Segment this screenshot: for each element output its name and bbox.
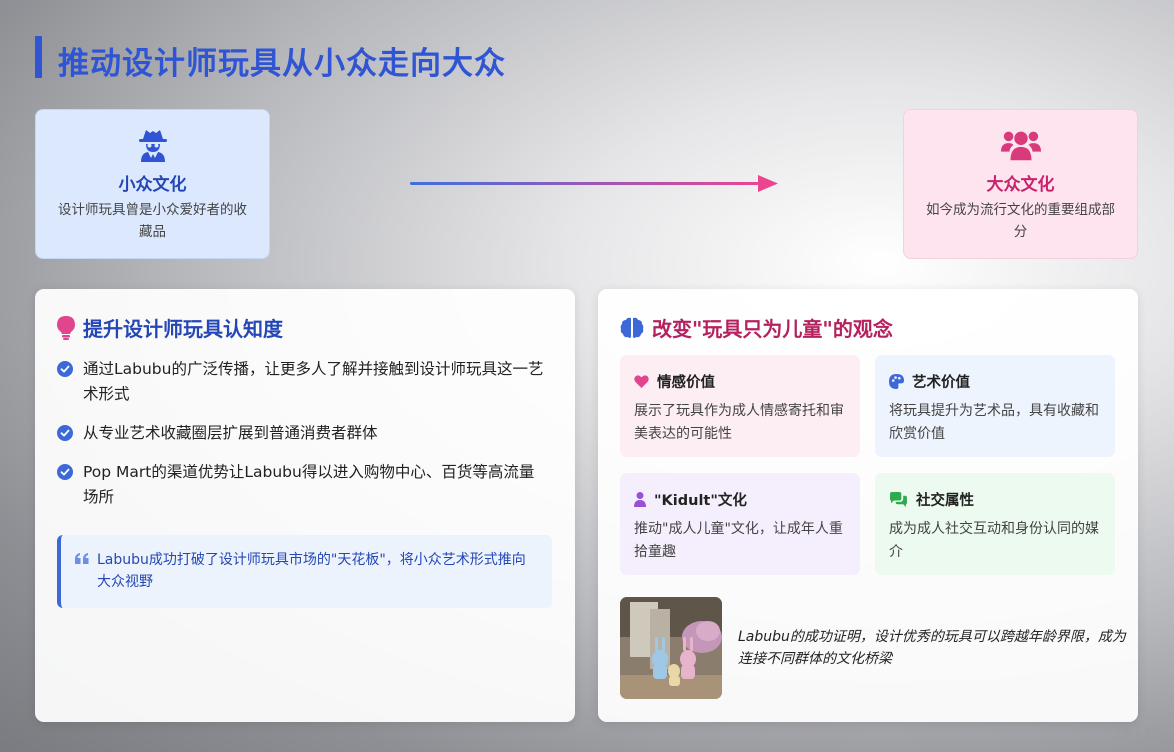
bullet-text: 通过Labubu的广泛传播，让更多人了解并接触到设计师玩具这一艺术形式: [83, 360, 544, 403]
card-heading: 情感价值: [657, 375, 715, 391]
page-title: 推动设计师玩具从小众走向大众: [58, 46, 506, 82]
niche-culture-box: 小众文化 设计师玩具曾是小众爱好者的收藏品: [35, 109, 270, 259]
mass-culture-heading: 大众文化: [986, 175, 1055, 195]
mass-culture-box: 大众文化 如今成为流行文化的重要组成部分: [903, 109, 1138, 259]
user-secret-icon: [138, 130, 167, 162]
card-heading: "Kidult"文化: [654, 493, 747, 509]
card-desc: 将玩具提升为艺术品，具有收藏和欣赏价值: [889, 403, 1099, 442]
card-heading: 艺术价值: [912, 375, 970, 391]
list-item: 从专业艺术收藏圈层扩展到普通消费者群体: [57, 421, 547, 446]
page-number: 15 / 20: [1114, 727, 1160, 742]
kidult-culture-card: "Kidult"文化 推动"成人儿童"文化，让成年人重拾童趣: [620, 473, 860, 575]
emotional-value-card: 情感价值 展示了玩具作为成人情感寄托和审美表达的可能性: [620, 355, 860, 457]
niche-culture-desc: 设计师玩具曾是小众爱好者的收藏品: [58, 202, 247, 240]
artistic-value-card: 艺术价值 将玩具提升为艺术品，具有收藏和欣赏价值: [875, 355, 1115, 457]
bullet-text: Pop Mart的渠道优势让Labubu得以进入购物中心、百货等高流量场所: [83, 463, 535, 506]
child-icon: [634, 492, 646, 507]
slide: 推动设计师玩具从小众走向大众 小众文化 设计师玩具曾是小众爱好者的收藏品 大众文…: [0, 0, 1174, 752]
users-icon: [1000, 131, 1041, 161]
check-circle-icon: [57, 464, 73, 480]
card-heading: 社交属性: [916, 493, 974, 509]
transition-arrow: [410, 175, 778, 192]
card-desc: 展示了玩具作为成人情感寄托和审美表达的可能性: [634, 403, 844, 442]
social-attribute-card: 社交属性 成为成人社交互动和身份认同的媒介: [875, 473, 1115, 575]
perception-title: 改变"玩具只为儿童"的观念: [620, 313, 893, 342]
palette-icon: [889, 374, 904, 389]
card-desc: 成为成人社交互动和身份认同的媒介: [889, 521, 1099, 560]
quote-left-icon: [75, 553, 89, 564]
awareness-title: 提升设计师玩具认知度: [57, 313, 283, 342]
comments-icon: [890, 492, 907, 507]
list-item: Pop Mart的渠道优势让Labubu得以进入购物中心、百货等高流量场所: [57, 460, 547, 510]
quote-block: Labubu成功打破了设计师玩具市场的"天花板"，将小众艺术形式推向大众视野: [57, 535, 552, 608]
brain-icon: [620, 317, 644, 338]
heart-icon: [634, 375, 649, 388]
card-desc: 推动"成人儿童"文化，让成年人重拾童趣: [634, 521, 843, 560]
bullet-text: 从专业艺术收藏圈层扩展到普通消费者群体: [83, 424, 378, 442]
awareness-title-text: 提升设计师玩具认知度: [83, 317, 283, 341]
list-item: 通过Labubu的广泛传播，让更多人了解并接触到设计师玩具这一艺术形式: [57, 357, 547, 407]
lightbulb-icon: [57, 315, 75, 340]
quote-text: Labubu成功打破了设计师玩具市场的"天花板"，将小众艺术形式推向大众视野: [97, 552, 526, 590]
mass-culture-desc: 如今成为流行文化的重要组成部分: [926, 202, 1115, 240]
check-circle-icon: [57, 361, 73, 377]
perception-title-text: 改变"玩具只为儿童"的观念: [652, 317, 893, 341]
niche-culture-heading: 小众文化: [118, 175, 187, 195]
photo-caption: Labubu的成功证明，设计优秀的玩具可以跨越年龄界限，成为连接不同群体的文化桥…: [738, 629, 1126, 667]
awareness-bullets: 通过Labubu的广泛传播，让更多人了解并接触到设计师玩具这一艺术形式 从专业艺…: [57, 357, 547, 524]
labubu-photo: [620, 597, 722, 699]
check-circle-icon: [57, 425, 73, 441]
perception-panel: 改变"玩具只为儿童"的观念 情感价值 展示了玩具作为成人情感寄托和审美表达的可能…: [598, 289, 1138, 722]
title-accent-bar: [35, 36, 42, 78]
awareness-panel: 提升设计师玩具认知度 通过Labubu的广泛传播，让更多人了解并接触到设计师玩具…: [35, 289, 575, 722]
